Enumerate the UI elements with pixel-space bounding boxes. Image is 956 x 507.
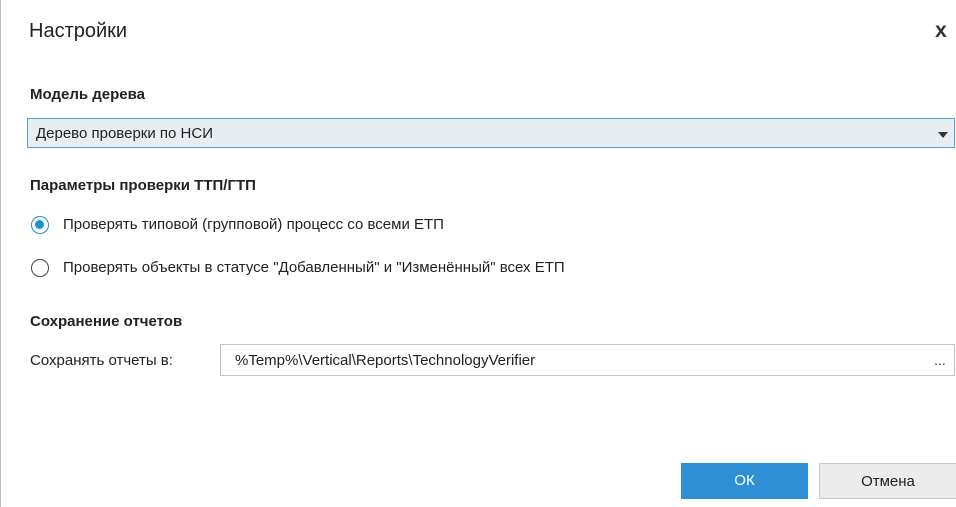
ok-button[interactable]: ОК [681, 463, 808, 499]
reports-path-label: Сохранять отчеты в: [30, 352, 173, 369]
close-icon[interactable]: x [928, 18, 954, 44]
radio-dot-icon [35, 220, 44, 229]
radio-label: Проверять типовой (групповой) процесс со… [63, 216, 444, 233]
radio-button-unchecked[interactable] [31, 259, 49, 277]
chevron-down-icon[interactable] [938, 132, 948, 138]
reports-path-field[interactable]: %Temp%\Vertical\Reports\TechnologyVerifi… [220, 344, 955, 376]
tree-model-select[interactable]: Дерево проверки по НСИ [27, 118, 955, 148]
radio-label: Проверять объекты в статусе "Добавленный… [63, 259, 565, 276]
dialog-title: Настройки [29, 20, 128, 42]
tree-model-value: Дерево проверки по НСИ [36, 125, 213, 142]
radio-button-checked[interactable] [31, 216, 49, 234]
reports-section-label: Сохранение отчетов [30, 313, 183, 330]
settings-dialog: Настройки x Модель дерева Дерево проверк… [0, 0, 956, 507]
reports-path-value: %Temp%\Vertical\Reports\TechnologyVerifi… [235, 352, 536, 369]
browse-button[interactable]: ... [928, 347, 952, 373]
check-params-label: Параметры проверки ТТП/ГТП [30, 177, 256, 194]
cancel-button[interactable]: Отмена [819, 463, 956, 499]
tree-model-label: Модель дерева [30, 86, 145, 103]
